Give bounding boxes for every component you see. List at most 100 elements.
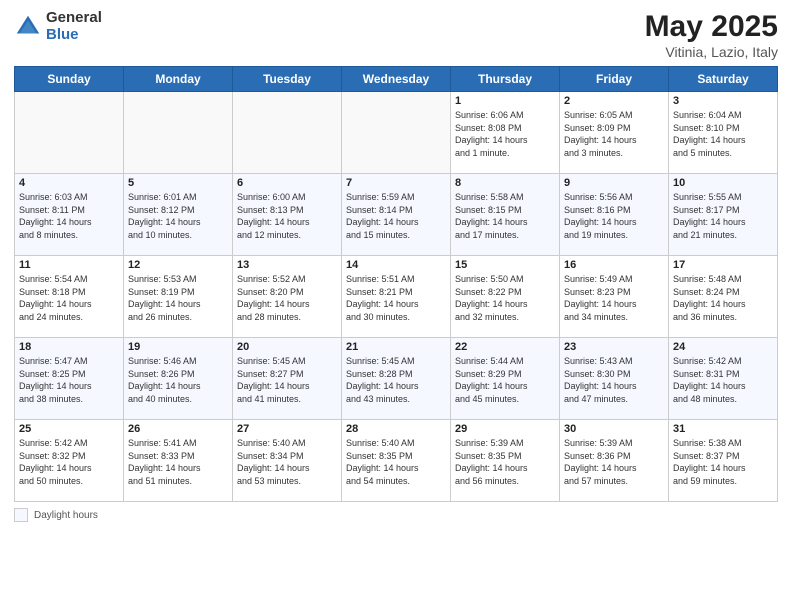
day-info: Sunrise: 5:58 AMSunset: 8:15 PMDaylight:… [455,191,555,241]
weekday-header-monday: Monday [124,67,233,92]
day-info: Sunrise: 5:59 AMSunset: 8:14 PMDaylight:… [346,191,446,241]
day-info: Sunrise: 5:46 AMSunset: 8:26 PMDaylight:… [128,355,228,405]
day-info: Sunrise: 5:55 AMSunset: 8:17 PMDaylight:… [673,191,773,241]
day-number: 4 [19,177,119,189]
day-number: 17 [673,259,773,271]
day-info: Sunrise: 5:49 AMSunset: 8:23 PMDaylight:… [564,273,664,323]
day-number: 20 [237,341,337,353]
title-location: Vitinia, Lazio, Italy [645,44,778,60]
day-number: 9 [564,177,664,189]
weekday-header-tuesday: Tuesday [233,67,342,92]
calendar-cell: 30Sunrise: 5:39 AMSunset: 8:36 PMDayligh… [560,420,669,502]
calendar-cell: 11 Sunrise: 5:54 AMSunset: 8:18 PMDayligh… [15,256,124,338]
day-info: Sunrise: 6:01 AMSunset: 8:12 PMDaylight:… [128,191,228,241]
day-number: 3 [673,95,773,107]
day-info: Sunrise: 5:40 AMSunset: 8:34 PMDaylight:… [237,437,337,487]
calendar-cell: 6 Sunrise: 6:00 AMSunset: 8:13 PMDaylight… [233,174,342,256]
day-info: Sunrise: 5:48 AMSunset: 8:24 PMDaylight:… [673,273,773,323]
day-number: 8 [455,177,555,189]
day-info: Sunrise: 5:43 AMSunset: 8:30 PMDaylight:… [564,355,664,405]
calendar-week-row: 11 Sunrise: 5:54 AMSunset: 8:18 PMDayligh… [15,256,778,338]
day-number: 31 [673,423,773,435]
weekday-header-row: SundayMondayTuesdayWednesdayThursdayFrid… [15,67,778,92]
day-info: Sunrise: 5:54 AMSunset: 8:18 PMDaylight:… [19,273,119,323]
weekday-header-sunday: Sunday [15,67,124,92]
calendar-cell: 7 Sunrise: 5:59 AMSunset: 8:14 PMDaylight… [342,174,451,256]
calendar-cell: 3 Sunrise: 6:04 AMSunset: 8:10 PMDaylight… [669,92,778,174]
day-info: Sunrise: 6:03 AMSunset: 8:11 PMDaylight:… [19,191,119,241]
day-number: 10 [673,177,773,189]
day-number: 11 [19,259,119,271]
calendar-cell: 15 Sunrise: 5:50 AMSunset: 8:22 PMDayligh… [451,256,560,338]
day-number: 29 [455,423,555,435]
calendar-cell: 23 Sunrise: 5:43 AMSunset: 8:30 PMDayligh… [560,338,669,420]
day-number: 5 [128,177,228,189]
day-info: Sunrise: 5:51 AMSunset: 8:21 PMDaylight:… [346,273,446,323]
day-number: 7 [346,177,446,189]
calendar-cell: 12 Sunrise: 5:53 AMSunset: 8:19 PMDayligh… [124,256,233,338]
calendar-cell: 19Sunrise: 5:46 AMSunset: 8:26 PMDayligh… [124,338,233,420]
day-info: Sunrise: 6:04 AMSunset: 8:10 PMDaylight:… [673,109,773,159]
calendar-cell: 26Sunrise: 5:41 AMSunset: 8:33 PMDayligh… [124,420,233,502]
day-info: Sunrise: 5:39 AMSunset: 8:36 PMDaylight:… [564,437,664,487]
day-number: 6 [237,177,337,189]
day-number: 12 [128,259,228,271]
calendar-cell: 9 Sunrise: 5:56 AMSunset: 8:16 PMDaylight… [560,174,669,256]
calendar-week-row: 4 Sunrise: 6:03 AMSunset: 8:11 PMDaylight… [15,174,778,256]
calendar-cell: 27 Sunrise: 5:40 AMSunset: 8:34 PMDayligh… [233,420,342,502]
calendar-cell: 16 Sunrise: 5:49 AMSunset: 8:23 PMDayligh… [560,256,669,338]
calendar-cell [124,92,233,174]
day-number: 15 [455,259,555,271]
footer-legend-box [14,508,28,522]
day-number: 22 [455,341,555,353]
calendar-cell [342,92,451,174]
day-info: Sunrise: 5:47 AMSunset: 8:25 PMDaylight:… [19,355,119,405]
day-info: Sunrise: 5:41 AMSunset: 8:33 PMDaylight:… [128,437,228,487]
calendar-cell: 8 Sunrise: 5:58 AMSunset: 8:15 PMDaylight… [451,174,560,256]
day-info: Sunrise: 5:45 AMSunset: 8:27 PMDaylight:… [237,355,337,405]
day-info: Sunrise: 5:50 AMSunset: 8:22 PMDaylight:… [455,273,555,323]
calendar-cell: 28Sunrise: 5:40 AMSunset: 8:35 PMDayligh… [342,420,451,502]
weekday-header-thursday: Thursday [451,67,560,92]
weekday-header-wednesday: Wednesday [342,67,451,92]
footer: Daylight hours [14,508,778,522]
calendar-table: SundayMondayTuesdayWednesdayThursdayFrid… [14,66,778,502]
day-number: 16 [564,259,664,271]
logo-icon [14,13,42,41]
day-info: Sunrise: 6:06 AMSunset: 8:08 PMDaylight:… [455,109,555,159]
calendar-week-row: 1Sunrise: 6:06 AMSunset: 8:08 PMDaylight… [15,92,778,174]
day-number: 2 [564,95,664,107]
day-info: Sunrise: 5:53 AMSunset: 8:19 PMDaylight:… [128,273,228,323]
calendar-cell: 4 Sunrise: 6:03 AMSunset: 8:11 PMDaylight… [15,174,124,256]
calendar-cell: 5 Sunrise: 6:01 AMSunset: 8:12 PMDaylight… [124,174,233,256]
logo: General Blue [14,10,102,43]
calendar-cell: 20 Sunrise: 5:45 AMSunset: 8:27 PMDayligh… [233,338,342,420]
calendar-cell: 10 Sunrise: 5:55 AMSunset: 8:17 PMDayligh… [669,174,778,256]
day-info: Sunrise: 6:00 AMSunset: 8:13 PMDaylight:… [237,191,337,241]
day-number: 21 [346,341,446,353]
day-info: Sunrise: 5:56 AMSunset: 8:16 PMDaylight:… [564,191,664,241]
calendar-cell: 17 Sunrise: 5:48 AMSunset: 8:24 PMDayligh… [669,256,778,338]
footer-label: Daylight hours [34,510,98,521]
title-block: May 2025 Vitinia, Lazio, Italy [645,10,778,60]
day-number: 27 [237,423,337,435]
calendar-cell: 25Sunrise: 5:42 AMSunset: 8:32 PMDayligh… [15,420,124,502]
day-number: 23 [564,341,664,353]
calendar-cell: 29Sunrise: 5:39 AMSunset: 8:35 PMDayligh… [451,420,560,502]
calendar-cell: 2Sunrise: 6:05 AMSunset: 8:09 PMDaylight… [560,92,669,174]
day-number: 13 [237,259,337,271]
day-info: Sunrise: 5:45 AMSunset: 8:28 PMDaylight:… [346,355,446,405]
calendar-cell: 14Sunrise: 5:51 AMSunset: 8:21 PMDayligh… [342,256,451,338]
logo-text: General Blue [46,10,102,43]
calendar-cell: 18Sunrise: 5:47 AMSunset: 8:25 PMDayligh… [15,338,124,420]
calendar-week-row: 25Sunrise: 5:42 AMSunset: 8:32 PMDayligh… [15,420,778,502]
day-number: 24 [673,341,773,353]
weekday-header-friday: Friday [560,67,669,92]
day-info: Sunrise: 5:42 AMSunset: 8:32 PMDaylight:… [19,437,119,487]
calendar-cell: 13 Sunrise: 5:52 AMSunset: 8:20 PMDayligh… [233,256,342,338]
header: General Blue May 2025 Vitinia, Lazio, It… [14,10,778,60]
page: General Blue May 2025 Vitinia, Lazio, It… [0,0,792,612]
day-info: Sunrise: 5:52 AMSunset: 8:20 PMDaylight:… [237,273,337,323]
day-info: Sunrise: 5:40 AMSunset: 8:35 PMDaylight:… [346,437,446,487]
calendar-week-row: 18Sunrise: 5:47 AMSunset: 8:25 PMDayligh… [15,338,778,420]
